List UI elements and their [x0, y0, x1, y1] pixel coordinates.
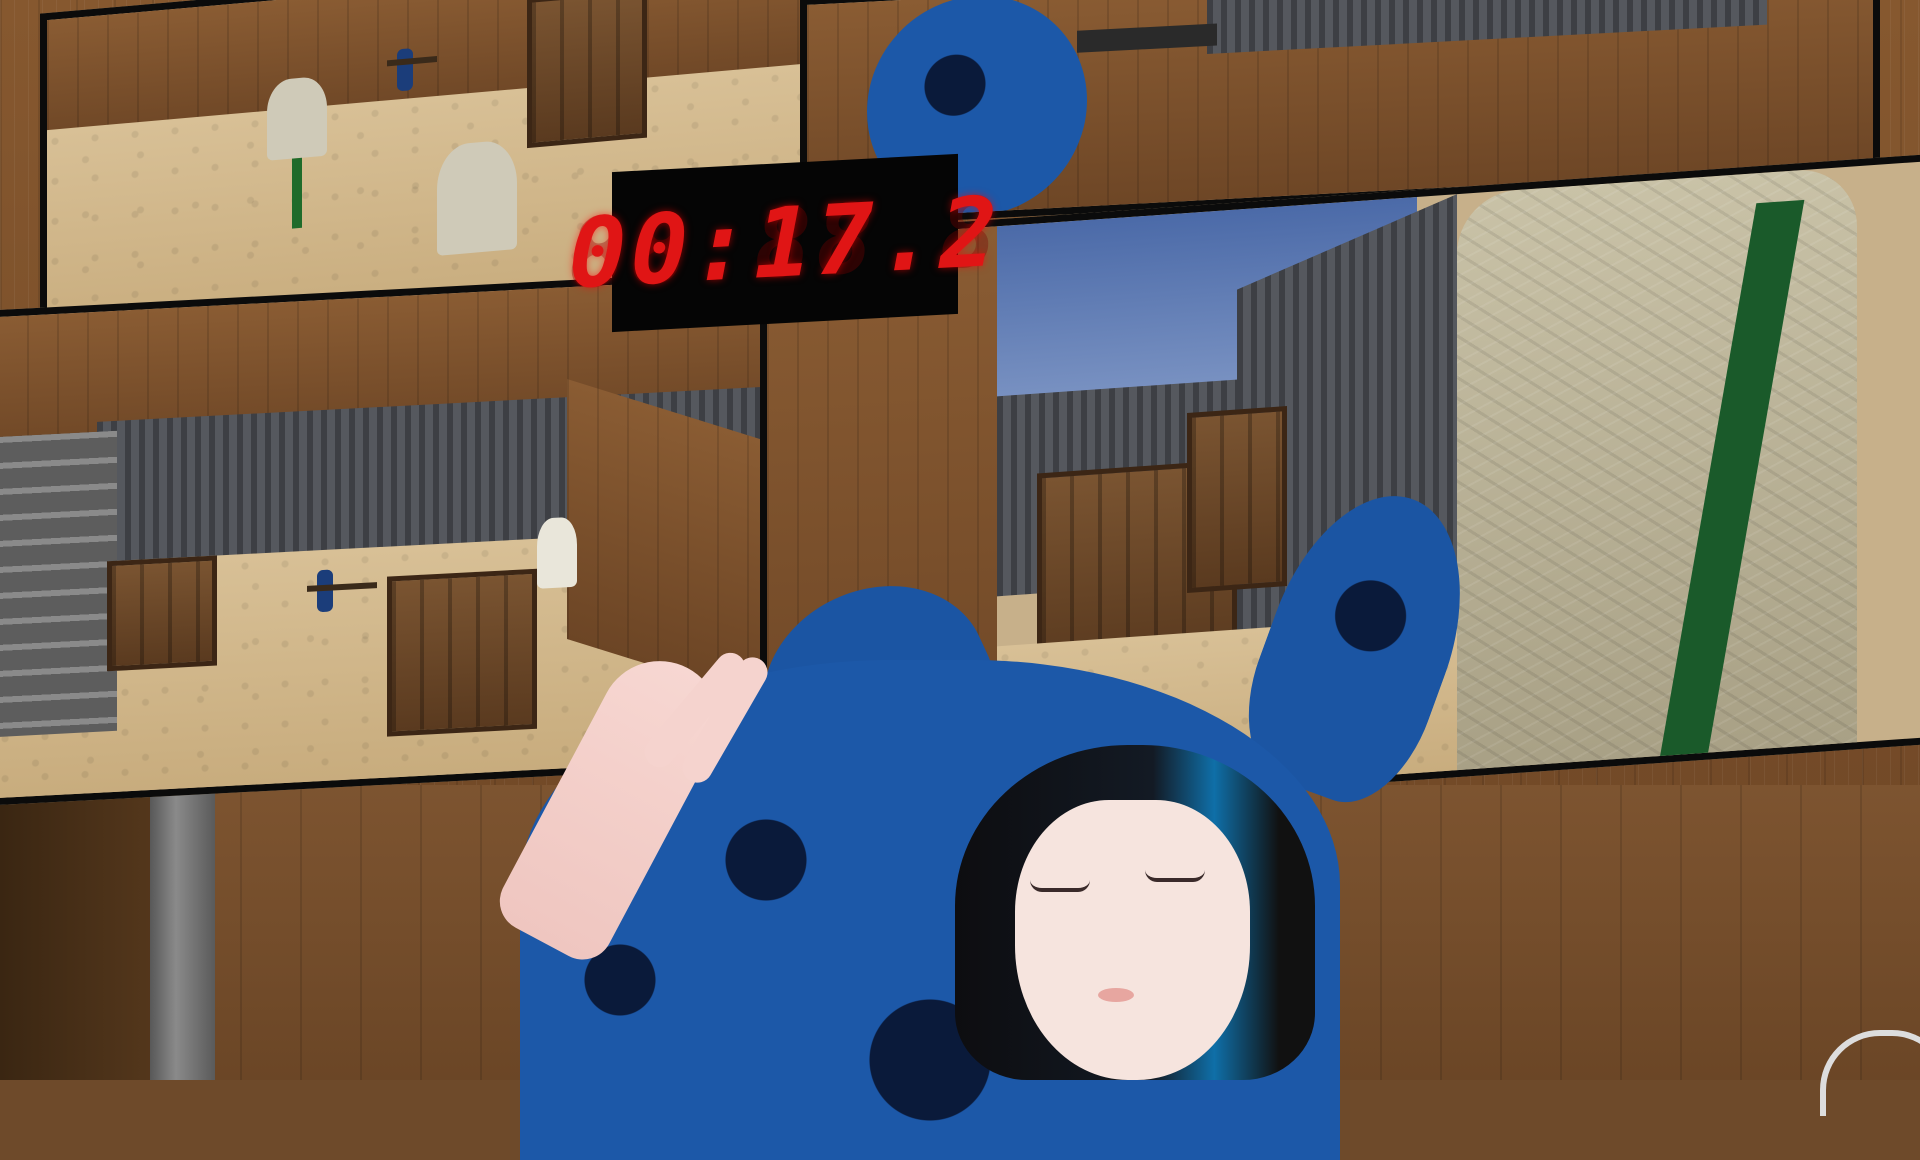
- crate: [527, 0, 647, 149]
- avatar-eye-left: [1030, 880, 1090, 892]
- player-avatar: [397, 48, 413, 92]
- crate: [1187, 406, 1287, 594]
- crate: [387, 568, 537, 737]
- door-frame: [150, 790, 215, 1080]
- timer-value: 00:17.2: [568, 175, 1002, 311]
- avatar-eye-right: [1145, 870, 1205, 882]
- target: [537, 516, 577, 589]
- timer-display: 88:88.8 00:17.2: [569, 153, 1001, 333]
- target-stand: [292, 157, 302, 229]
- stairs: [0, 430, 117, 738]
- crate: [107, 555, 217, 672]
- osb-barrier: [1457, 166, 1857, 795]
- avatar-face: [1015, 800, 1250, 1080]
- target: [267, 75, 327, 161]
- avatar-mouth: [1098, 988, 1134, 1002]
- target: [437, 138, 517, 256]
